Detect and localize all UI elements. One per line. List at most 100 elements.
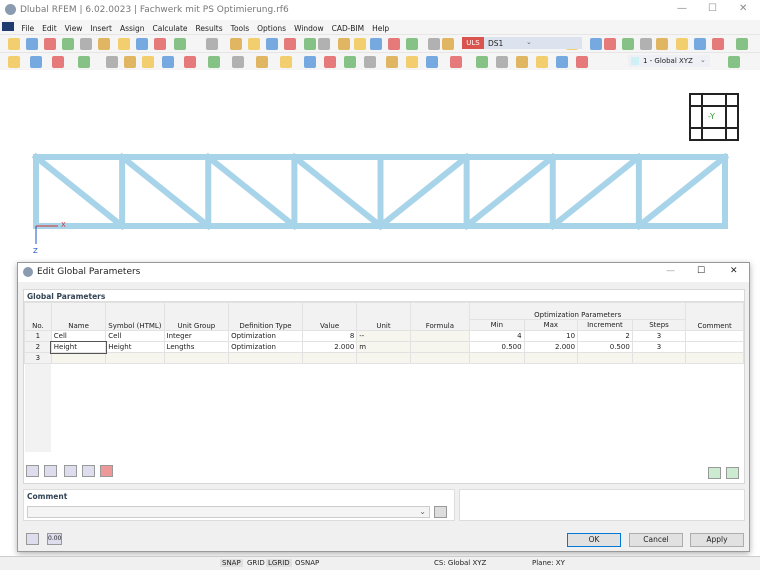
close-button[interactable]: ✕ [730,266,738,276]
move-row-icon[interactable] [64,465,77,477]
cell-unit-group[interactable]: Integer [164,331,229,342]
diagonal-member[interactable] [294,157,380,226]
toolbar-tool-icon[interactable] [694,38,706,50]
diagonal-member[interactable] [36,157,122,226]
cell-value[interactable] [302,353,356,364]
diagonal-member[interactable] [122,157,208,226]
toolbar-tool-icon[interactable] [476,56,488,68]
toolbar-tool-icon[interactable] [406,38,418,50]
cell-unit[interactable]: -- [357,331,410,342]
close-button[interactable]: ✕ [739,3,747,14]
cell-definition-type[interactable]: Optimization [229,331,303,342]
cell-increment[interactable]: 0.500 [578,342,633,353]
toolbar-tool-icon[interactable] [344,56,356,68]
toolbar-tool-icon[interactable] [640,38,652,50]
comment-input[interactable]: ⌄ [27,506,430,518]
cell-symbol-html[interactable]: Cell [106,331,164,342]
minimize-button[interactable]: — [677,3,687,14]
toolbar-tool-icon[interactable] [736,38,748,50]
cell-increment[interactable] [578,353,633,364]
cell-symbol-html[interactable] [106,353,164,364]
cell-unit-group[interactable]: Lengths [164,342,229,353]
cell-comment[interactable] [686,331,744,342]
cell-name[interactable] [51,353,106,364]
toolbar-tool-icon[interactable] [622,38,634,50]
grid-toggle[interactable]: GRID [245,559,267,567]
toolbar-tool-icon[interactable] [496,56,508,68]
toolbar-tool-icon[interactable] [98,38,110,50]
cell-formula[interactable] [410,331,470,342]
toolbar-tool-icon[interactable] [142,56,154,68]
cell-unit[interactable]: m [357,342,410,353]
toolbar-tool-icon[interactable] [428,38,440,50]
toolbar-tool-icon[interactable] [62,38,74,50]
toolbar-tool-icon[interactable] [30,56,42,68]
toolbar-tool-icon[interactable] [712,38,724,50]
toolbar-tool-icon[interactable] [370,38,382,50]
units-button[interactable]: 0.00 [47,533,62,545]
toolbar-tool-icon[interactable] [124,56,136,68]
cell-formula[interactable] [410,342,470,353]
cell-value[interactable]: 8 [302,331,356,342]
toolbar-tool-icon[interactable] [8,38,20,50]
diagonal-member[interactable] [208,157,294,226]
cell-definition-type[interactable]: Optimization [229,342,303,353]
toolbar-tool-icon[interactable] [604,38,616,50]
diagonal-member[interactable] [553,157,639,226]
toolbar-tool-icon[interactable] [324,56,336,68]
toolbar-tool-icon[interactable] [44,38,56,50]
toolbar-tool-icon[interactable] [676,38,688,50]
toolbar-tool-icon[interactable] [136,38,148,50]
snap-toggle[interactable]: SNAP [220,559,243,567]
toolbar-tool-icon[interactable] [248,38,260,50]
cell-steps[interactable]: 3 [632,331,685,342]
osnap-toggle[interactable]: OSNAP [293,559,321,567]
toolbar-tool-icon[interactable] [406,56,418,68]
diagonal-member[interactable] [467,157,553,226]
cancel-button[interactable]: Cancel [629,533,683,547]
cell-steps[interactable] [632,353,685,364]
toolbar-tool-icon[interactable] [516,56,528,68]
delete-all-icon[interactable] [100,465,113,477]
delete-row-icon[interactable] [44,465,57,477]
toolbar-tool-icon[interactable] [266,38,278,50]
insert-row-icon[interactable] [26,465,39,477]
cell-max[interactable]: 2.000 [524,342,577,353]
toolbar-tool-icon[interactable] [280,56,292,68]
export-excel-icon[interactable] [708,467,721,479]
cell-symbol-html[interactable]: Height [106,342,164,353]
toolbar-tool-icon[interactable] [442,38,454,50]
toolbar-tool-icon[interactable] [208,56,220,68]
toolbar-tool-icon[interactable] [174,38,186,50]
diagonal-member[interactable] [639,157,725,226]
toolbar-tool-icon[interactable] [576,56,588,68]
toolbar-tool-icon[interactable] [318,38,330,50]
cell-min[interactable]: 4 [470,331,524,342]
cell-unit-group[interactable] [164,353,229,364]
view-selector[interactable]: 1 - Global XYZ ⌄ [628,55,710,67]
toolbar-tool-icon[interactable] [26,38,38,50]
cell-formula[interactable] [410,353,470,364]
cell-value[interactable]: 2.000 [302,342,356,353]
cell-definition-type[interactable] [229,353,303,364]
toolbar-tool-icon[interactable] [256,56,268,68]
cell-comment[interactable] [686,353,744,364]
toolbar-tool-icon[interactable] [78,56,90,68]
search-icon[interactable] [26,533,39,545]
toolbar-tool-icon[interactable] [80,38,92,50]
toolbar-tool-icon[interactable] [52,56,64,68]
cell-min[interactable]: 0.500 [470,342,524,353]
ok-button[interactable]: OK [567,533,621,547]
toolbar-tool-icon[interactable] [284,38,296,50]
app-menu-icon[interactable] [2,22,14,31]
toolbar-tool-icon[interactable] [206,38,218,50]
toolbar-tool-icon[interactable] [304,38,316,50]
toolbar-tool-icon[interactable] [590,38,602,50]
maximize-button[interactable]: ☐ [697,266,705,276]
maximize-button[interactable]: ☐ [708,3,717,14]
toolbar-tool-icon[interactable] [388,38,400,50]
load-case-selector[interactable]: ULS DS1 ⌄ [462,37,582,49]
cell-min[interactable] [470,353,524,364]
toolbar-tool-icon[interactable] [106,56,118,68]
cell-name[interactable]: Cell [51,331,106,342]
